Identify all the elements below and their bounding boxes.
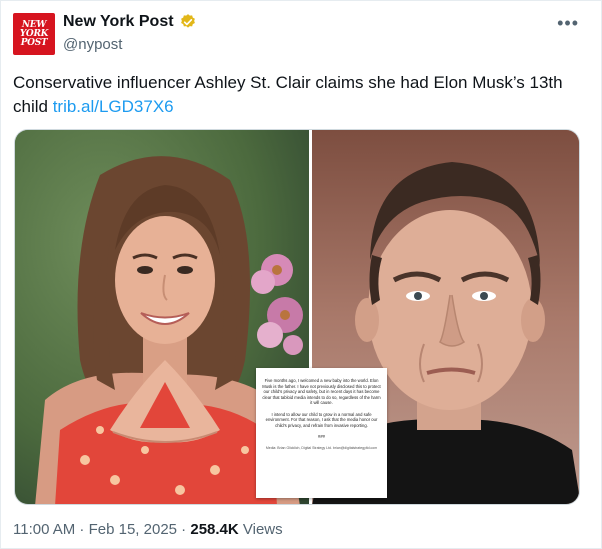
views-label: Views <box>238 521 283 538</box>
tweet-meta: 11:00 AM · Feb 15, 2025 · 258.4K Views <box>13 521 283 538</box>
author-handle[interactable]: @nypost <box>63 36 122 53</box>
statement-signature: Media: Brian Glicklich, Digital Strategy… <box>265 445 378 450</box>
views-count: 258.4K <box>190 521 239 538</box>
author-name-row: New York Post <box>63 13 197 31</box>
tweet-time[interactable]: 11:00 AM <box>13 521 75 538</box>
meta-separator-2: · <box>177 521 191 538</box>
author-name[interactable]: New York Post <box>63 13 174 31</box>
more-options-icon[interactable]: ••• <box>557 13 579 34</box>
media-image[interactable]: Five months ago, I welcomed a new baby i… <box>14 129 580 505</box>
meta-separator: · <box>75 521 89 538</box>
logo-line-3: POST <box>20 37 48 48</box>
tweet-link[interactable]: trib.al/LGD37X6 <box>53 97 174 116</box>
avatar[interactable]: NEW YORK POST <box>13 13 55 55</box>
verified-badge-icon <box>180 14 195 28</box>
tweet-date[interactable]: Feb 15, 2025 <box>89 521 177 538</box>
tweet-card: NEW YORK POST New York Post @nypost ••• … <box>0 0 602 549</box>
statement-paragraph-1: Five months ago, I welcomed a new baby i… <box>262 378 381 405</box>
tweet-text: Conservative influencer Ashley St. Clair… <box>13 71 588 119</box>
statement-paragraph-2: I intend to allow our child to grow in a… <box>265 411 378 428</box>
statement-card: Five months ago, I welcomed a new baby i… <box>256 368 387 498</box>
statement-separator: ### <box>318 434 325 439</box>
